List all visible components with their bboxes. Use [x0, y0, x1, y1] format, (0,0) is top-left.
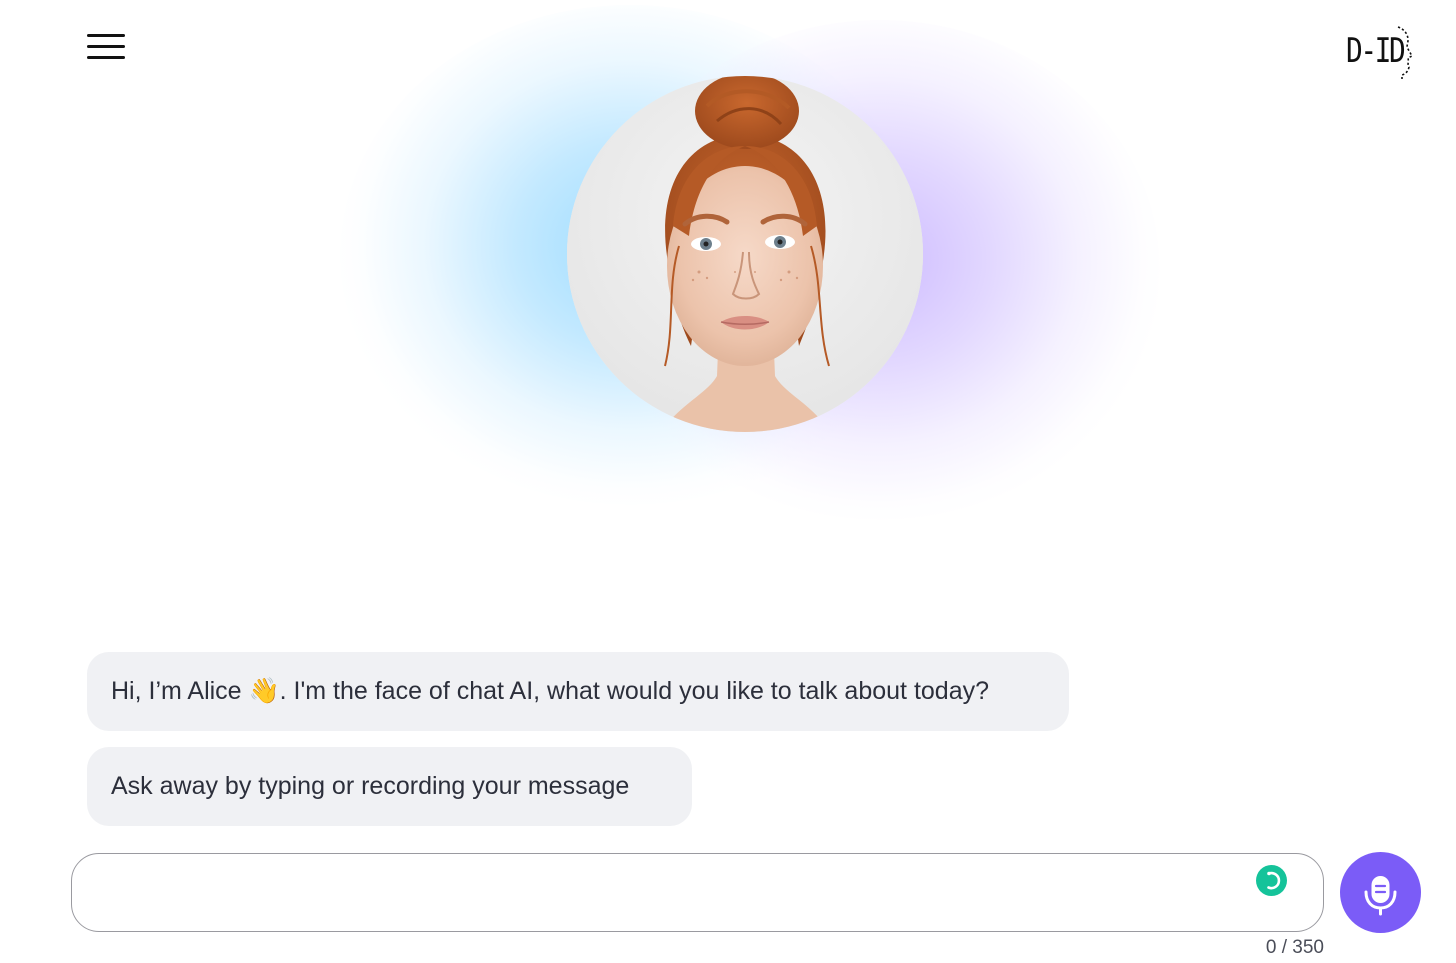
character-counter: 0 / 350	[1265, 937, 1324, 958]
chat-message-greeting: Hi, I’m Alice 👋. I'm the face of chat AI…	[87, 652, 1069, 731]
chat-message-instructions: Ask away by typing or recording your mes…	[87, 747, 692, 826]
menu-line	[87, 34, 125, 37]
message-input[interactable]	[98, 854, 1242, 932]
chat-message-text: Hi, I’m Alice 👋. I'm the face of chat AI…	[111, 677, 990, 705]
menu-line	[87, 56, 125, 59]
avatar-portrait	[567, 76, 923, 432]
chat-message-text: Ask away by typing or recording your mes…	[111, 772, 630, 800]
d-id-logo[interactable]: D-ID	[1340, 22, 1420, 86]
chat-page: D-ID Hi, I’m Alice 👋. I'm the face of ch…	[0, 0, 1456, 963]
microphone-icon	[1364, 876, 1397, 916]
hamburger-menu-icon[interactable]	[84, 32, 128, 62]
avatar-face-illustration	[567, 76, 923, 432]
message-input-container[interactable]	[71, 853, 1324, 932]
grammar-assistant-icon[interactable]	[1256, 865, 1287, 896]
logo-head-outline-icon	[1397, 26, 1414, 79]
assistant-glyph	[1267, 871, 1281, 890]
microphone-button[interactable]	[1340, 852, 1421, 933]
menu-line	[87, 45, 125, 48]
